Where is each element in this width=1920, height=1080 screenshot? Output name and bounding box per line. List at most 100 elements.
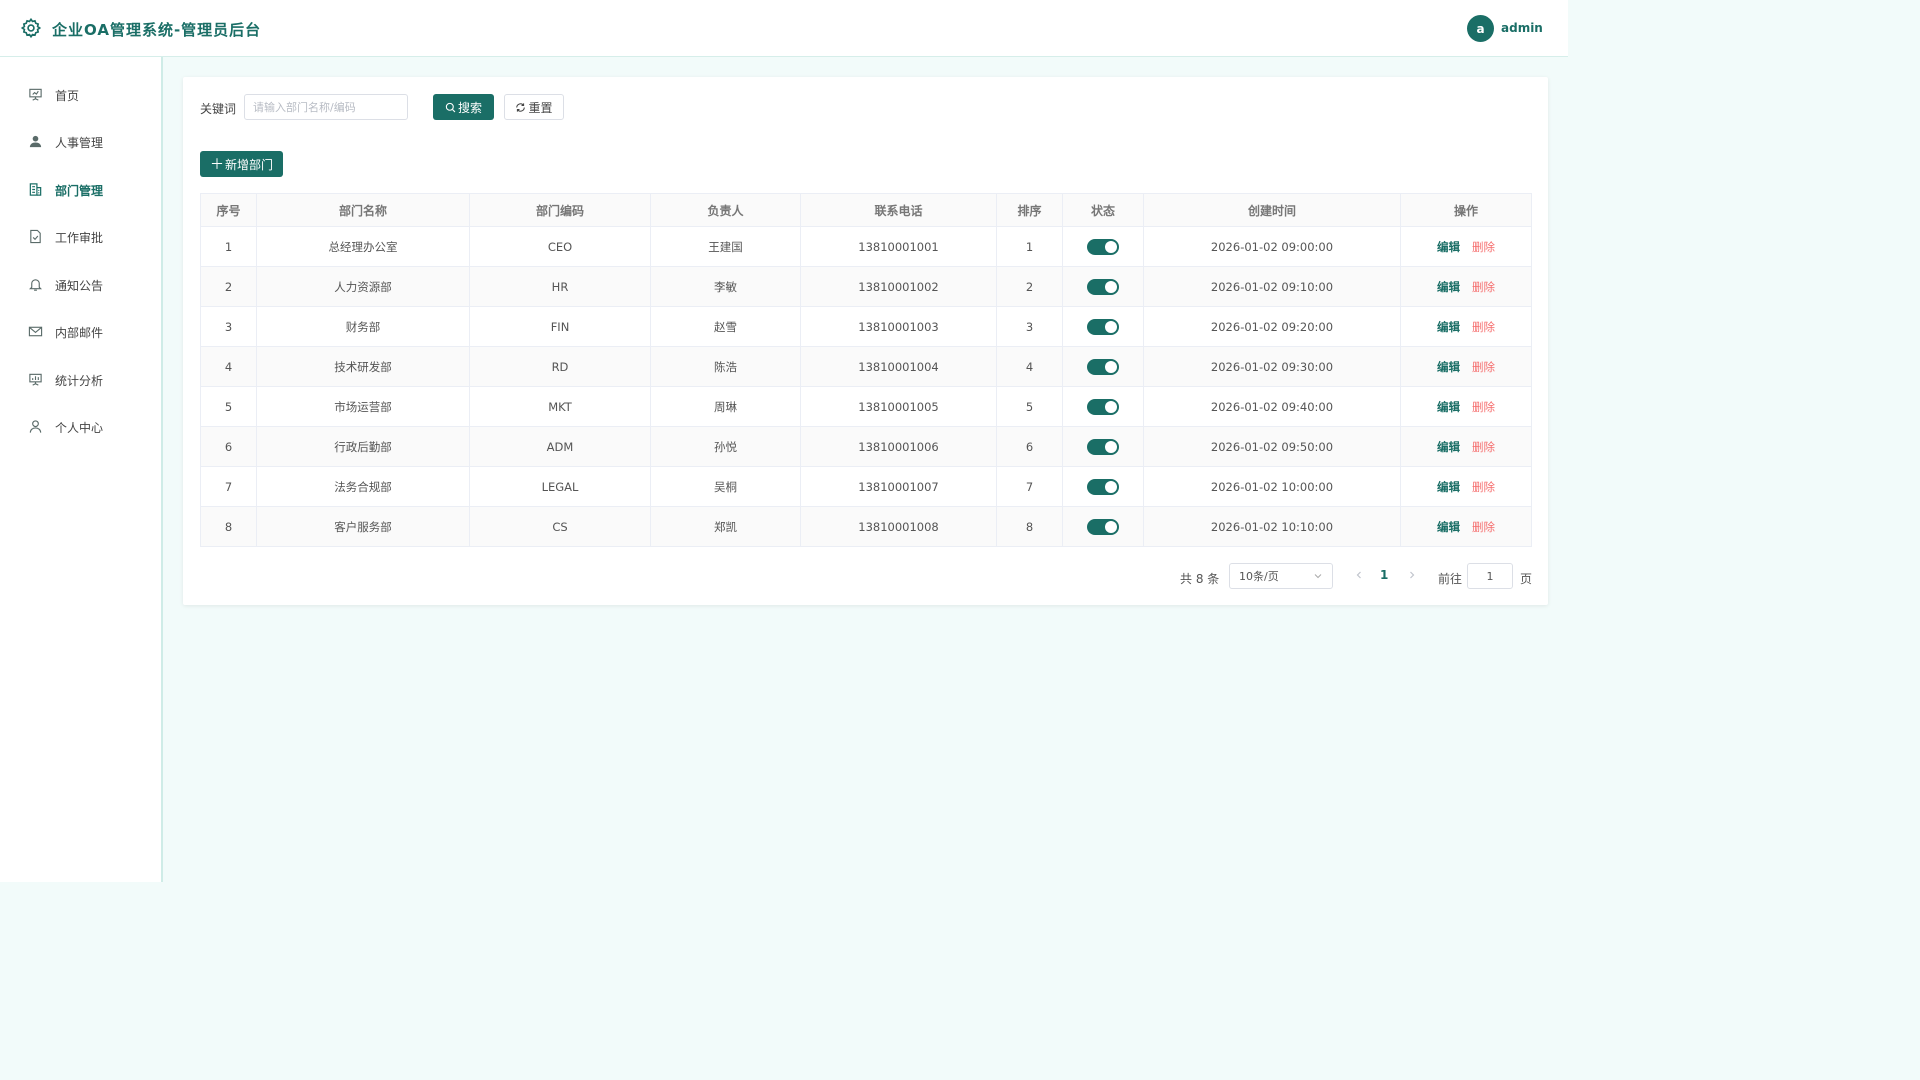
chart-board-icon: [28, 372, 43, 387]
edit-link[interactable]: 编辑: [1437, 360, 1460, 374]
table-row: 4 技术研发部 RD 陈浩 13810001004 4 2026-01-02 09:30:0…: [200, 346, 1532, 387]
cell-leader: 赵雪: [650, 306, 801, 347]
cell-leader: 周琳: [650, 386, 801, 427]
sidebar-item-label: 内部邮件: [55, 326, 104, 340]
user-outline-icon: [28, 419, 43, 434]
add-department-button[interactable]: ＋ 新增部门: [200, 151, 283, 177]
username[interactable]: admin: [1501, 21, 1543, 35]
sidebar-item-profile[interactable]: 个人中心: [0, 403, 161, 450]
status-toggle[interactable]: [1087, 518, 1119, 535]
avatar[interactable]: a: [1467, 15, 1494, 42]
cell-created-time: 2026-01-02 09:20:00: [1143, 306, 1401, 347]
column-header: 操作: [1400, 193, 1532, 227]
toggle-knob: [1105, 280, 1117, 293]
cell-sort: 1: [996, 226, 1063, 267]
sidebar-item-label: 首页: [55, 89, 80, 103]
edit-link[interactable]: 编辑: [1437, 480, 1460, 494]
department-card: 关键词 搜索 重置 ＋ 新增部门 序号 部门名称 部门编码 负责人 联系电话 排…: [183, 77, 1548, 605]
add-department-label: 新增部门: [224, 157, 273, 172]
status-toggle[interactable]: [1087, 438, 1119, 455]
cell-dept-name: 技术研发部: [256, 346, 470, 387]
column-header: 状态: [1062, 193, 1144, 227]
bell-icon: [28, 277, 43, 292]
goto-label: 前往: [1438, 572, 1463, 586]
delete-link[interactable]: 删除: [1472, 320, 1495, 334]
pagination-total: 共 8 条: [1180, 572, 1220, 586]
delete-link[interactable]: 删除: [1472, 240, 1495, 254]
cell-leader: 李敏: [650, 266, 801, 307]
cell-phone: 13810001005: [800, 386, 997, 427]
presentation-icon: [28, 87, 43, 102]
delete-link[interactable]: 删除: [1472, 440, 1495, 454]
cell-dept-code: MKT: [469, 386, 651, 427]
search-button[interactable]: 搜索: [433, 94, 494, 120]
delete-link[interactable]: 删除: [1472, 480, 1495, 494]
document-check-icon: [28, 229, 43, 244]
keyword-input[interactable]: [244, 94, 408, 120]
sidebar-item-hr[interactable]: 人事管理: [0, 118, 161, 165]
sidebar-item-notice[interactable]: 通知公告: [0, 261, 161, 308]
sidebar: 首页 人事管理 部门管理 工作审批 通知公告 内部邮件 统计分析 个人中心: [0, 57, 163, 882]
column-header: 部门编码: [469, 193, 651, 227]
sidebar-item-statistics[interactable]: 统计分析: [0, 356, 161, 403]
cell-phone: 13810001003: [800, 306, 997, 347]
page-size-select[interactable]: 10条/页: [1229, 563, 1333, 589]
page-number-current[interactable]: 1: [1380, 568, 1388, 582]
sidebar-item-approval[interactable]: 工作审批: [0, 213, 161, 260]
cell-actions: 编辑 删除: [1400, 226, 1532, 267]
cell-dept-code: LEGAL: [469, 466, 651, 507]
status-toggle[interactable]: [1087, 358, 1119, 375]
sidebar-item-label: 通知公告: [55, 279, 104, 293]
cell-index: 2: [200, 266, 257, 307]
delete-link[interactable]: 删除: [1472, 400, 1495, 414]
goto-page-input[interactable]: [1467, 563, 1513, 589]
cell-status: [1062, 346, 1144, 387]
cell-dept-name: 行政后勤部: [256, 426, 470, 467]
plus-icon: ＋: [209, 157, 224, 173]
cell-dept-code: CEO: [469, 226, 651, 267]
table-row: 5 市场运营部 MKT 周琳 13810001005 5 2026-01-02 09:40:…: [200, 386, 1532, 427]
cell-created-time: 2026-01-02 09:50:00: [1143, 426, 1401, 467]
cell-leader: 郑凯: [650, 506, 801, 547]
cell-actions: 编辑 删除: [1400, 506, 1532, 547]
status-toggle[interactable]: [1087, 478, 1119, 495]
app-title: 企业OA管理系统-管理员后台: [52, 21, 262, 39]
cell-phone: 13810001008: [800, 506, 997, 547]
edit-link[interactable]: 编辑: [1437, 440, 1460, 454]
reset-button[interactable]: 重置: [504, 94, 564, 120]
edit-link[interactable]: 编辑: [1437, 400, 1460, 414]
sidebar-item-department[interactable]: 部门管理: [0, 166, 161, 213]
edit-link[interactable]: 编辑: [1437, 320, 1460, 334]
status-toggle[interactable]: [1087, 238, 1119, 255]
delete-link[interactable]: 删除: [1472, 520, 1495, 534]
status-toggle[interactable]: [1087, 278, 1119, 295]
cell-sort: 8: [996, 506, 1063, 547]
toggle-knob: [1105, 440, 1117, 453]
cell-index: 8: [200, 506, 257, 547]
cell-sort: 6: [996, 426, 1063, 467]
sidebar-item-home[interactable]: 首页: [0, 71, 161, 118]
prev-page-icon[interactable]: [1354, 569, 1364, 581]
cell-phone: 13810001004: [800, 346, 997, 387]
cell-sort: 5: [996, 386, 1063, 427]
delete-link[interactable]: 删除: [1472, 280, 1495, 294]
cell-status: [1062, 306, 1144, 347]
search-icon: [445, 102, 456, 112]
cell-status: [1062, 426, 1144, 467]
cell-actions: 编辑 删除: [1400, 466, 1532, 507]
next-page-icon[interactable]: [1407, 569, 1417, 581]
gear-icon: [20, 17, 42, 39]
edit-link[interactable]: 编辑: [1437, 280, 1460, 294]
page-suffix: 页: [1520, 572, 1533, 586]
edit-link[interactable]: 编辑: [1437, 240, 1460, 254]
table-header-row: 序号 部门名称 部门编码 负责人 联系电话 排序 状态 创建时间 操作: [200, 193, 1532, 227]
cell-dept-name: 总经理办公室: [256, 226, 470, 267]
cell-actions: 编辑 删除: [1400, 426, 1532, 467]
column-header: 负责人: [650, 193, 801, 227]
delete-link[interactable]: 删除: [1472, 360, 1495, 374]
cell-sort: 4: [996, 346, 1063, 387]
status-toggle[interactable]: [1087, 398, 1119, 415]
status-toggle[interactable]: [1087, 318, 1119, 335]
sidebar-item-mail[interactable]: 内部邮件: [0, 308, 161, 355]
edit-link[interactable]: 编辑: [1437, 520, 1460, 534]
